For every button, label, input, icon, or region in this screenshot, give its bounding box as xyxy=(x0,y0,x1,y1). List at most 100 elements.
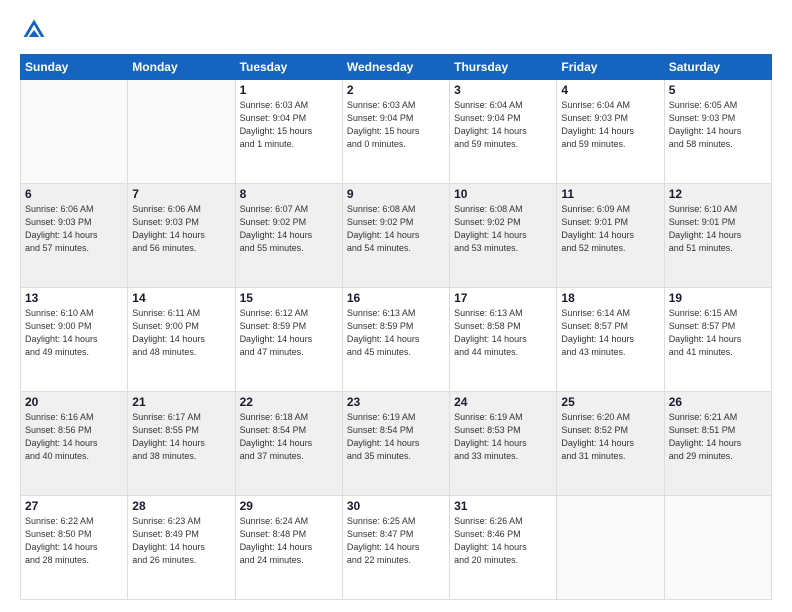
day-info: Sunrise: 6:04 AM Sunset: 9:04 PM Dayligh… xyxy=(454,99,552,151)
day-number: 15 xyxy=(240,291,338,305)
calendar-cell: 18 Sunrise: 6:14 AM Sunset: 8:57 PM Dayli… xyxy=(557,288,664,392)
day-info: Sunrise: 6:20 AM Sunset: 8:52 PM Dayligh… xyxy=(561,411,659,463)
day-info: Sunrise: 6:07 AM Sunset: 9:02 PM Dayligh… xyxy=(240,203,338,255)
calendar-week-row: 13Sunrise: 6:10 AM Sunset: 9:00 PM Dayli… xyxy=(21,288,772,392)
day-number: 9 xyxy=(347,187,445,201)
calendar-cell: 3 Sunrise: 6:04 AM Sunset: 9:04 PM Daylig… xyxy=(450,80,557,184)
calendar-cell xyxy=(664,496,771,600)
day-info: Sunrise: 6:26 AM Sunset: 8:46 PM Dayligh… xyxy=(454,515,552,567)
day-info: Sunrise: 6:23 AM Sunset: 8:49 PM Dayligh… xyxy=(132,515,230,567)
calendar-cell: 1Sunrise: 6:03 AM Sunset: 9:04 PM Daylig… xyxy=(235,80,342,184)
day-number: 16 xyxy=(347,291,445,305)
calendar-header-thursday: Thursday xyxy=(450,55,557,80)
calendar-cell: 12 Sunrise: 6:10 AM Sunset: 9:01 PM Dayli… xyxy=(664,184,771,288)
day-info: Sunrise: 6:14 AM Sunset: 8:57 PM Dayligh… xyxy=(561,307,659,359)
day-info: Sunrise: 6:05 AM Sunset: 9:03 PM Dayligh… xyxy=(669,99,767,151)
day-number: 21 xyxy=(132,395,230,409)
calendar-cell: 23 Sunrise: 6:19 AM Sunset: 8:54 PM Dayli… xyxy=(342,392,449,496)
calendar-cell: 20 Sunrise: 6:16 AM Sunset: 8:56 PM Dayli… xyxy=(21,392,128,496)
day-info: Sunrise: 6:19 AM Sunset: 8:54 PM Dayligh… xyxy=(347,411,445,463)
day-number: 5 xyxy=(669,83,767,97)
day-info: Sunrise: 6:13 AM Sunset: 8:58 PM Dayligh… xyxy=(454,307,552,359)
day-number: 27 xyxy=(25,499,123,513)
day-number: 29 xyxy=(240,499,338,513)
day-info: Sunrise: 6:08 AM Sunset: 9:02 PM Dayligh… xyxy=(347,203,445,255)
day-number: 30 xyxy=(347,499,445,513)
calendar-cell: 27 Sunrise: 6:22 AM Sunset: 8:50 PM Dayli… xyxy=(21,496,128,600)
day-info: Sunrise: 6:21 AM Sunset: 8:51 PM Dayligh… xyxy=(669,411,767,463)
day-number: 20 xyxy=(25,395,123,409)
calendar-cell: 6Sunrise: 6:06 AM Sunset: 9:03 PM Daylig… xyxy=(21,184,128,288)
day-info: Sunrise: 6:15 AM Sunset: 8:57 PM Dayligh… xyxy=(669,307,767,359)
calendar-cell: 15 Sunrise: 6:12 AM Sunset: 8:59 PM Dayli… xyxy=(235,288,342,392)
day-number: 14 xyxy=(132,291,230,305)
day-number: 10 xyxy=(454,187,552,201)
calendar-cell: 25 Sunrise: 6:20 AM Sunset: 8:52 PM Dayli… xyxy=(557,392,664,496)
calendar-cell: 13Sunrise: 6:10 AM Sunset: 9:00 PM Dayli… xyxy=(21,288,128,392)
day-number: 2 xyxy=(347,83,445,97)
calendar-header-saturday: Saturday xyxy=(664,55,771,80)
calendar-week-row: 20 Sunrise: 6:16 AM Sunset: 8:56 PM Dayli… xyxy=(21,392,772,496)
calendar-cell: 26Sunrise: 6:21 AM Sunset: 8:51 PM Dayli… xyxy=(664,392,771,496)
day-info: Sunrise: 6:08 AM Sunset: 9:02 PM Dayligh… xyxy=(454,203,552,255)
day-number: 18 xyxy=(561,291,659,305)
day-info: Sunrise: 6:10 AM Sunset: 9:01 PM Dayligh… xyxy=(669,203,767,255)
day-number: 3 xyxy=(454,83,552,97)
calendar-cell: 7 Sunrise: 6:06 AM Sunset: 9:03 PM Daylig… xyxy=(128,184,235,288)
calendar-cell: 11 Sunrise: 6:09 AM Sunset: 9:01 PM Dayli… xyxy=(557,184,664,288)
day-info: Sunrise: 6:18 AM Sunset: 8:54 PM Dayligh… xyxy=(240,411,338,463)
day-number: 12 xyxy=(669,187,767,201)
day-info: Sunrise: 6:03 AM Sunset: 9:04 PM Dayligh… xyxy=(347,99,445,151)
calendar-header-friday: Friday xyxy=(557,55,664,80)
day-info: Sunrise: 6:09 AM Sunset: 9:01 PM Dayligh… xyxy=(561,203,659,255)
calendar-cell: 29 Sunrise: 6:24 AM Sunset: 8:48 PM Dayli… xyxy=(235,496,342,600)
calendar-cell: 24 Sunrise: 6:19 AM Sunset: 8:53 PM Dayli… xyxy=(450,392,557,496)
day-number: 31 xyxy=(454,499,552,513)
day-number: 7 xyxy=(132,187,230,201)
calendar-cell xyxy=(21,80,128,184)
calendar-cell: 28 Sunrise: 6:23 AM Sunset: 8:49 PM Dayli… xyxy=(128,496,235,600)
calendar-cell: 4Sunrise: 6:04 AM Sunset: 9:03 PM Daylig… xyxy=(557,80,664,184)
day-info: Sunrise: 6:16 AM Sunset: 8:56 PM Dayligh… xyxy=(25,411,123,463)
calendar-cell: 17Sunrise: 6:13 AM Sunset: 8:58 PM Dayli… xyxy=(450,288,557,392)
calendar-header-tuesday: Tuesday xyxy=(235,55,342,80)
day-number: 1 xyxy=(240,83,338,97)
day-number: 24 xyxy=(454,395,552,409)
day-number: 8 xyxy=(240,187,338,201)
calendar-cell: 21Sunrise: 6:17 AM Sunset: 8:55 PM Dayli… xyxy=(128,392,235,496)
day-number: 23 xyxy=(347,395,445,409)
calendar-cell: 22Sunrise: 6:18 AM Sunset: 8:54 PM Dayli… xyxy=(235,392,342,496)
calendar-cell: 31 Sunrise: 6:26 AM Sunset: 8:46 PM Dayli… xyxy=(450,496,557,600)
calendar-cell: 8 Sunrise: 6:07 AM Sunset: 9:02 PM Daylig… xyxy=(235,184,342,288)
calendar-cell: 5 Sunrise: 6:05 AM Sunset: 9:03 PM Daylig… xyxy=(664,80,771,184)
calendar-week-row: 6Sunrise: 6:06 AM Sunset: 9:03 PM Daylig… xyxy=(21,184,772,288)
calendar-week-row: 27 Sunrise: 6:22 AM Sunset: 8:50 PM Dayli… xyxy=(21,496,772,600)
day-number: 25 xyxy=(561,395,659,409)
day-info: Sunrise: 6:04 AM Sunset: 9:03 PM Dayligh… xyxy=(561,99,659,151)
day-info: Sunrise: 6:19 AM Sunset: 8:53 PM Dayligh… xyxy=(454,411,552,463)
day-info: Sunrise: 6:22 AM Sunset: 8:50 PM Dayligh… xyxy=(25,515,123,567)
day-info: Sunrise: 6:25 AM Sunset: 8:47 PM Dayligh… xyxy=(347,515,445,567)
day-info: Sunrise: 6:06 AM Sunset: 9:03 PM Dayligh… xyxy=(132,203,230,255)
calendar-header-monday: Monday xyxy=(128,55,235,80)
calendar-header-sunday: Sunday xyxy=(21,55,128,80)
day-info: Sunrise: 6:10 AM Sunset: 9:00 PM Dayligh… xyxy=(25,307,123,359)
calendar-cell xyxy=(557,496,664,600)
calendar-cell: 10 Sunrise: 6:08 AM Sunset: 9:02 PM Dayli… xyxy=(450,184,557,288)
page: SundayMondayTuesdayWednesdayThursdayFrid… xyxy=(0,0,792,612)
calendar-cell: 9 Sunrise: 6:08 AM Sunset: 9:02 PM Daylig… xyxy=(342,184,449,288)
calendar-table: SundayMondayTuesdayWednesdayThursdayFrid… xyxy=(20,54,772,600)
logo-icon xyxy=(20,16,48,44)
calendar-cell xyxy=(128,80,235,184)
calendar-cell: 2 Sunrise: 6:03 AM Sunset: 9:04 PM Daylig… xyxy=(342,80,449,184)
day-info: Sunrise: 6:13 AM Sunset: 8:59 PM Dayligh… xyxy=(347,307,445,359)
day-info: Sunrise: 6:06 AM Sunset: 9:03 PM Dayligh… xyxy=(25,203,123,255)
day-number: 28 xyxy=(132,499,230,513)
logo xyxy=(20,16,52,44)
day-number: 11 xyxy=(561,187,659,201)
calendar-week-row: 1 Sunrise: 6:03 AM Sunset: 9:04 PM Daylig… xyxy=(21,80,772,184)
day-number: 19 xyxy=(669,291,767,305)
day-info: Sunrise: 6:24 AM Sunset: 8:48 PM Dayligh… xyxy=(240,515,338,567)
day-info: Sunrise: 6:11 AM Sunset: 9:00 PM Dayligh… xyxy=(132,307,230,359)
day-info: Sunrise: 6:12 AM Sunset: 8:59 PM Dayligh… xyxy=(240,307,338,359)
